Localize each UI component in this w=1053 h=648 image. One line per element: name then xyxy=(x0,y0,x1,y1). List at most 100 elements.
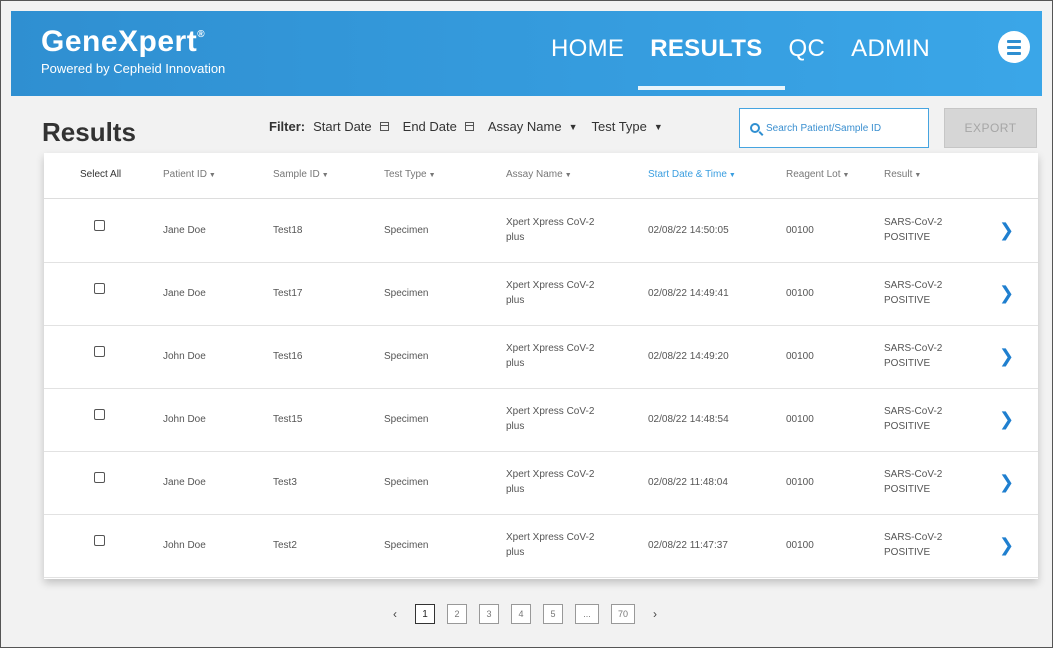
chevron-right-icon[interactable]: ❯ xyxy=(999,284,1014,302)
main-nav: HOME RESULTS QC ADMIN xyxy=(551,35,956,90)
cell-assay-name-line2: plus xyxy=(506,358,525,369)
sort-icon: ▼ xyxy=(208,172,216,179)
cell-start-date-time: 02/08/22 11:47:37 xyxy=(648,540,728,551)
test-type-dropdown[interactable]: Test Type ▼ xyxy=(591,119,662,134)
search-icon xyxy=(750,123,760,133)
pagination: ‹ 1 2 3 4 5 ... 70 › xyxy=(381,604,669,624)
cell-start-date-time: 02/08/22 14:49:20 xyxy=(648,351,729,362)
cell-assay-name-line2: plus xyxy=(506,232,525,243)
chevron-right-icon[interactable]: ❯ xyxy=(999,536,1014,554)
cell-reagent-lot: 00100 xyxy=(786,477,814,488)
table-row[interactable]: John Doe Test15 Specimen Xpert Xpress CoV-2… xyxy=(44,389,1038,452)
sort-icon: ▼ xyxy=(428,172,436,179)
table-row[interactable]: Jane Doe Test17 Specimen Xpert Xpress CoV-2… xyxy=(44,263,1038,326)
cell-sample-id: Test17 xyxy=(273,288,303,299)
cell-sample-id: Test2 xyxy=(273,540,297,551)
cell-result-line1: SARS-CoV-2 xyxy=(884,280,943,291)
page-button-last[interactable]: 70 xyxy=(611,604,635,624)
cell-assay-name-line2: plus xyxy=(506,421,525,432)
cell-test-type: Specimen xyxy=(384,288,429,299)
search-input[interactable] xyxy=(766,122,916,134)
next-page-icon[interactable]: › xyxy=(653,607,657,621)
cell-assay-name-line1: Xpert Xpress CoV-2 xyxy=(506,469,595,480)
chevron-right-icon[interactable]: ❯ xyxy=(999,410,1014,428)
row-checkbox[interactable] xyxy=(94,472,105,483)
cell-assay-name-line1: Xpert Xpress CoV-2 xyxy=(506,280,595,291)
col-header-assay-name[interactable]: Assay Name ▼ xyxy=(506,169,572,180)
cell-result-line1: SARS-CoV-2 xyxy=(884,343,943,354)
select-all-toggle[interactable]: Select All xyxy=(80,169,121,180)
end-date-filter[interactable]: End Date xyxy=(403,119,474,134)
cell-start-date-time: 02/08/22 14:48:54 xyxy=(648,414,729,425)
brand-name: GeneXpert® xyxy=(41,25,206,58)
table-row[interactable]: Jane Doe Test3 Specimen Xpert Xpress CoV-2 p… xyxy=(44,452,1038,515)
nav-admin[interactable]: ADMIN xyxy=(851,35,930,63)
page-button[interactable]: 5 xyxy=(543,604,563,624)
export-button[interactable]: EXPORT xyxy=(944,108,1037,148)
start-date-filter[interactable]: Start Date xyxy=(313,119,389,134)
cell-reagent-lot: 00100 xyxy=(786,414,814,425)
chevron-right-icon[interactable]: ❯ xyxy=(999,347,1014,365)
cell-result-line1: SARS-CoV-2 xyxy=(884,406,943,417)
cell-patient-id: Jane Doe xyxy=(163,477,206,488)
chevron-right-icon[interactable]: ❯ xyxy=(999,473,1014,491)
page-button[interactable]: 4 xyxy=(511,604,531,624)
nav-results[interactable]: RESULTS xyxy=(638,35,785,90)
page-title: Results xyxy=(42,117,136,147)
prev-page-icon[interactable]: ‹ xyxy=(393,607,397,621)
row-checkbox[interactable] xyxy=(94,535,105,546)
app-frame: GeneXpert® Powered by Cepheid Innovation… xyxy=(0,0,1053,648)
row-checkbox[interactable] xyxy=(94,346,105,357)
cell-assay-name-line1: Xpert Xpress CoV-2 xyxy=(506,406,595,417)
cell-patient-id: John Doe xyxy=(163,414,206,425)
cell-assay-name-line2: plus xyxy=(506,547,525,558)
table-header: Select All Patient ID ▼ Sample ID ▼ Test T… xyxy=(44,153,1038,199)
sort-icon: ▼ xyxy=(564,172,572,179)
table-row[interactable]: John Doe Test16 Specimen Xpert Xpress CoV-2… xyxy=(44,326,1038,389)
search-field[interactable] xyxy=(739,108,929,148)
cell-patient-id: Jane Doe xyxy=(163,225,206,236)
row-checkbox[interactable] xyxy=(94,283,105,294)
filter-label: Filter: xyxy=(269,119,306,134)
caret-down-icon: ▼ xyxy=(653,121,663,132)
cell-assay-name-line1: Xpert Xpress CoV-2 xyxy=(506,217,595,228)
assay-name-dropdown[interactable]: Assay Name ▼ xyxy=(488,119,578,134)
cell-result-line2: POSITIVE xyxy=(884,295,931,306)
col-header-result[interactable]: Result ▼ xyxy=(884,169,921,180)
cell-start-date-time: 02/08/22 11:48:04 xyxy=(648,477,728,488)
col-header-patient-id[interactable]: Patient ID ▼ xyxy=(163,169,216,180)
cell-test-type: Specimen xyxy=(384,351,429,362)
table-row[interactable]: John Doe Test2 Specimen Xpert Xpress CoV-2 p… xyxy=(44,515,1038,578)
page-ellipsis[interactable]: ... xyxy=(575,604,599,624)
results-table: Select All Patient ID ▼ Sample ID ▼ Test T… xyxy=(44,153,1038,579)
nav-home[interactable]: HOME xyxy=(551,35,624,63)
nav-qc[interactable]: QC xyxy=(789,35,826,63)
cell-patient-id: Jane Doe xyxy=(163,288,206,299)
cell-test-type: Specimen xyxy=(384,414,429,425)
row-checkbox[interactable] xyxy=(94,220,105,231)
row-checkbox[interactable] xyxy=(94,409,105,420)
header-bar: GeneXpert® Powered by Cepheid Innovation… xyxy=(11,11,1042,96)
col-header-start-date-time[interactable]: Start Date & Time ▼ xyxy=(648,169,736,180)
cell-sample-id: Test16 xyxy=(273,351,303,362)
page-button[interactable]: 2 xyxy=(447,604,467,624)
cell-assay-name-line1: Xpert Xpress CoV-2 xyxy=(506,343,595,354)
cell-reagent-lot: 00100 xyxy=(786,288,814,299)
page-button[interactable]: 3 xyxy=(479,604,499,624)
table-row[interactable]: Jane Doe Test18 Specimen Xpert Xpress CoV-2… xyxy=(44,200,1038,263)
col-header-test-type[interactable]: Test Type ▼ xyxy=(384,169,436,180)
page-button[interactable]: 1 xyxy=(415,604,435,624)
sort-icon: ▼ xyxy=(321,172,329,179)
cell-result-line1: SARS-CoV-2 xyxy=(884,217,943,228)
caret-down-icon: ▼ xyxy=(568,121,578,132)
cell-assay-name-line2: plus xyxy=(506,295,525,306)
col-header-sample-id[interactable]: Sample ID ▼ xyxy=(273,169,329,180)
hamburger-menu-icon[interactable] xyxy=(998,31,1030,63)
chevron-right-icon[interactable]: ❯ xyxy=(999,221,1014,239)
cell-test-type: Specimen xyxy=(384,225,429,236)
cell-reagent-lot: 00100 xyxy=(786,225,814,236)
col-header-reagent-lot[interactable]: Reagent Lot ▼ xyxy=(786,169,849,180)
sort-icon: ▼ xyxy=(842,172,850,179)
cell-result-line2: POSITIVE xyxy=(884,421,931,432)
cell-start-date-time: 02/08/22 14:49:41 xyxy=(648,288,729,299)
